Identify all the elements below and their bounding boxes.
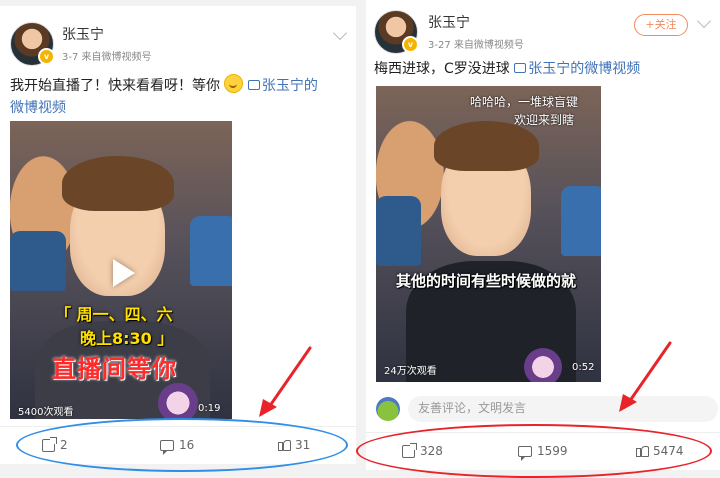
verified-badge-icon: v: [402, 36, 419, 53]
source-prefix: 来自: [81, 52, 102, 63]
post-text-main: 我开始直播了！快来看看呀！等你: [10, 78, 220, 94]
video-duration: 0:19: [198, 403, 221, 414]
source-prefix: 来自: [453, 40, 474, 51]
video-caption-red: 直播间等你: [52, 355, 177, 383]
source-link[interactable]: 微博视频号: [102, 52, 152, 63]
view-count: 5400次观看: [18, 407, 74, 418]
video-duration: 0:52: [572, 362, 595, 373]
post-meta: 3-27 来自微博视频号: [428, 36, 524, 51]
video-caption-line2: 晚上8:30 」: [80, 329, 174, 348]
chevron-down-icon[interactable]: [696, 13, 712, 29]
smile-emoji-icon: [224, 74, 244, 93]
post-text-main: 梅西进球，C罗没进球: [374, 61, 510, 77]
video-overlay-line2: 欢迎来到瞎: [514, 113, 575, 127]
arrow-annotation-left: [259, 346, 312, 417]
commenter-avatar: [376, 397, 400, 421]
sticker-icon: [524, 348, 562, 382]
verified-badge-icon: v: [38, 48, 55, 65]
video-link-icon: [514, 63, 527, 73]
chevron-down-icon[interactable]: [332, 25, 348, 41]
post-meta: 3-7 来自微博视频号: [62, 48, 152, 63]
video-chair-right: [561, 186, 601, 256]
video-link-line2[interactable]: 微博视频: [10, 100, 66, 116]
source-link[interactable]: 微博视频号: [474, 40, 524, 51]
post-text: 我开始直播了！快来看看呀！等你 张玉宁的 微博视频: [10, 74, 350, 119]
video-player[interactable]: 哈哈哈，一堆球盲键 欢迎来到瞎 其他的时间有些时候做的就 24万次观看 0:52: [376, 86, 601, 382]
video-chair-right: [190, 216, 232, 286]
post-date: 3-7: [62, 52, 79, 63]
video-caption: 其他的时间有些时候做的就: [396, 272, 577, 290]
sticker-icon: [158, 383, 198, 419]
video-link[interactable]: 张玉宁的: [247, 78, 318, 94]
video-link-label: 张玉宁的: [261, 78, 318, 94]
post-date: 3-27: [428, 40, 451, 51]
video-link[interactable]: 张玉宁的微博视频: [514, 61, 640, 77]
video-caption-line1: 「 周一、四、六: [55, 305, 173, 324]
play-icon[interactable]: [113, 259, 135, 287]
video-chair: [376, 196, 421, 266]
video-link-label: 张玉宁的微博视频: [528, 61, 641, 77]
follow-button[interactable]: +关注: [634, 14, 688, 36]
highlight-ellipse-blue: [16, 418, 348, 472]
arrow-annotation-right: [619, 341, 672, 412]
video-person-hair: [62, 156, 174, 211]
video-overlay-line1: 哈哈哈，一堆球盲键: [470, 95, 579, 109]
username[interactable]: 张玉宁: [428, 12, 470, 32]
video-chair: [10, 231, 66, 291]
post-text: 梅西进球，C罗没进球 张玉宁的微博视频: [374, 58, 714, 80]
view-count: 24万次观看: [384, 366, 437, 377]
video-player[interactable]: 「 周一、四、六 晚上8:30 」 直播间等你 5400次观看 0:19: [10, 121, 232, 419]
username[interactable]: 张玉宁: [62, 24, 104, 44]
highlight-ellipse-red: [356, 424, 712, 478]
video-link-icon: [247, 80, 260, 90]
